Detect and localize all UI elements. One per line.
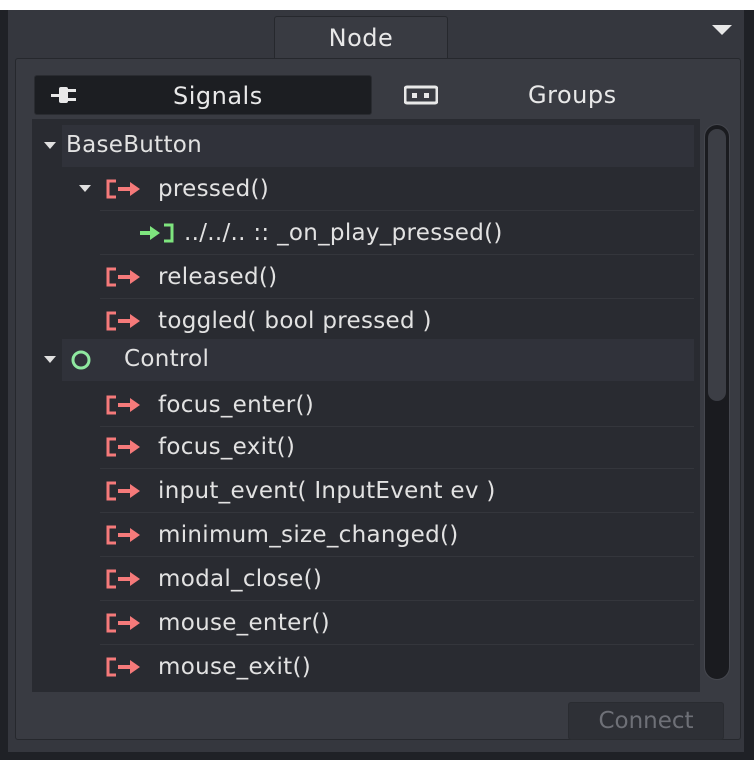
collapse-arrow-icon[interactable] bbox=[44, 356, 56, 363]
signal-icon bbox=[106, 395, 140, 415]
signal-label: focus_enter() bbox=[158, 392, 315, 418]
tab-groups[interactable]: Groups bbox=[376, 75, 676, 115]
signal-label: pressed() bbox=[158, 176, 270, 202]
signal-icon bbox=[106, 525, 140, 545]
tab-groups-label: Groups bbox=[528, 81, 617, 109]
tree-signal-mouse-exit[interactable]: mouse_exit() bbox=[32, 645, 700, 689]
tree-scrollbar[interactable] bbox=[704, 124, 730, 680]
signal-icon bbox=[106, 179, 140, 199]
caret-down-icon[interactable] bbox=[712, 25, 732, 35]
connection-icon bbox=[140, 223, 174, 243]
signal-label: input_event( InputEvent ev ) bbox=[158, 478, 496, 504]
tree-signal-focus-enter[interactable]: focus_enter() bbox=[32, 383, 700, 427]
signal-icon bbox=[106, 311, 140, 331]
tree-signal-mouse-enter[interactable]: mouse_enter() bbox=[32, 601, 700, 645]
tree-category-control[interactable]: Control bbox=[32, 337, 700, 381]
signal-icon bbox=[106, 481, 140, 501]
signal-label: mouse_exit() bbox=[158, 654, 311, 680]
tree-signal-minimum-size-changed[interactable]: minimum_size_changed() bbox=[32, 513, 700, 557]
groups-icon bbox=[404, 85, 438, 105]
tab-signals[interactable]: Signals bbox=[34, 75, 372, 115]
signal-icon bbox=[106, 267, 140, 287]
signal-label: minimum_size_changed() bbox=[158, 522, 459, 548]
signal-label: released() bbox=[158, 264, 278, 290]
signal-icon bbox=[106, 437, 140, 457]
tree-signal-input-event[interactable]: input_event( InputEvent ev ) bbox=[32, 469, 700, 513]
tree-connection[interactable]: ../../.. :: _on_play_pressed() bbox=[32, 211, 700, 255]
collapse-arrow-icon[interactable] bbox=[79, 185, 91, 192]
tree-signal-released[interactable]: released() bbox=[32, 255, 700, 299]
scrollbar-thumb[interactable] bbox=[708, 129, 726, 401]
signal-label: focus_exit() bbox=[158, 434, 296, 460]
plug-icon bbox=[51, 87, 76, 103]
tab-signals-label: Signals bbox=[173, 82, 263, 110]
tree-signal-focus-exit[interactable]: focus_exit() bbox=[32, 425, 700, 469]
tree-signal-pressed[interactable]: pressed() bbox=[32, 167, 700, 211]
collapse-arrow-icon[interactable] bbox=[44, 142, 56, 149]
signals-tree[interactable]: BaseButton pressed() ../../.. :: _on_pla… bbox=[32, 119, 700, 692]
window-top-edge bbox=[0, 0, 754, 10]
control-node-icon bbox=[71, 350, 91, 370]
tab-node[interactable]: Node bbox=[274, 16, 448, 59]
signal-icon bbox=[106, 657, 140, 677]
tree-signal-modal-close[interactable]: modal_close() bbox=[32, 557, 700, 601]
category-label: BaseButton bbox=[66, 132, 203, 158]
tree-category-basebutton[interactable]: BaseButton bbox=[32, 123, 700, 167]
connection-label: ../../.. :: _on_play_pressed() bbox=[184, 220, 503, 246]
signal-label: modal_close() bbox=[158, 566, 323, 592]
signal-icon bbox=[106, 613, 140, 633]
connect-button[interactable]: Connect bbox=[568, 702, 724, 740]
signal-label: mouse_enter() bbox=[158, 610, 330, 636]
signal-icon bbox=[106, 569, 140, 589]
category-label: Control bbox=[124, 346, 210, 372]
